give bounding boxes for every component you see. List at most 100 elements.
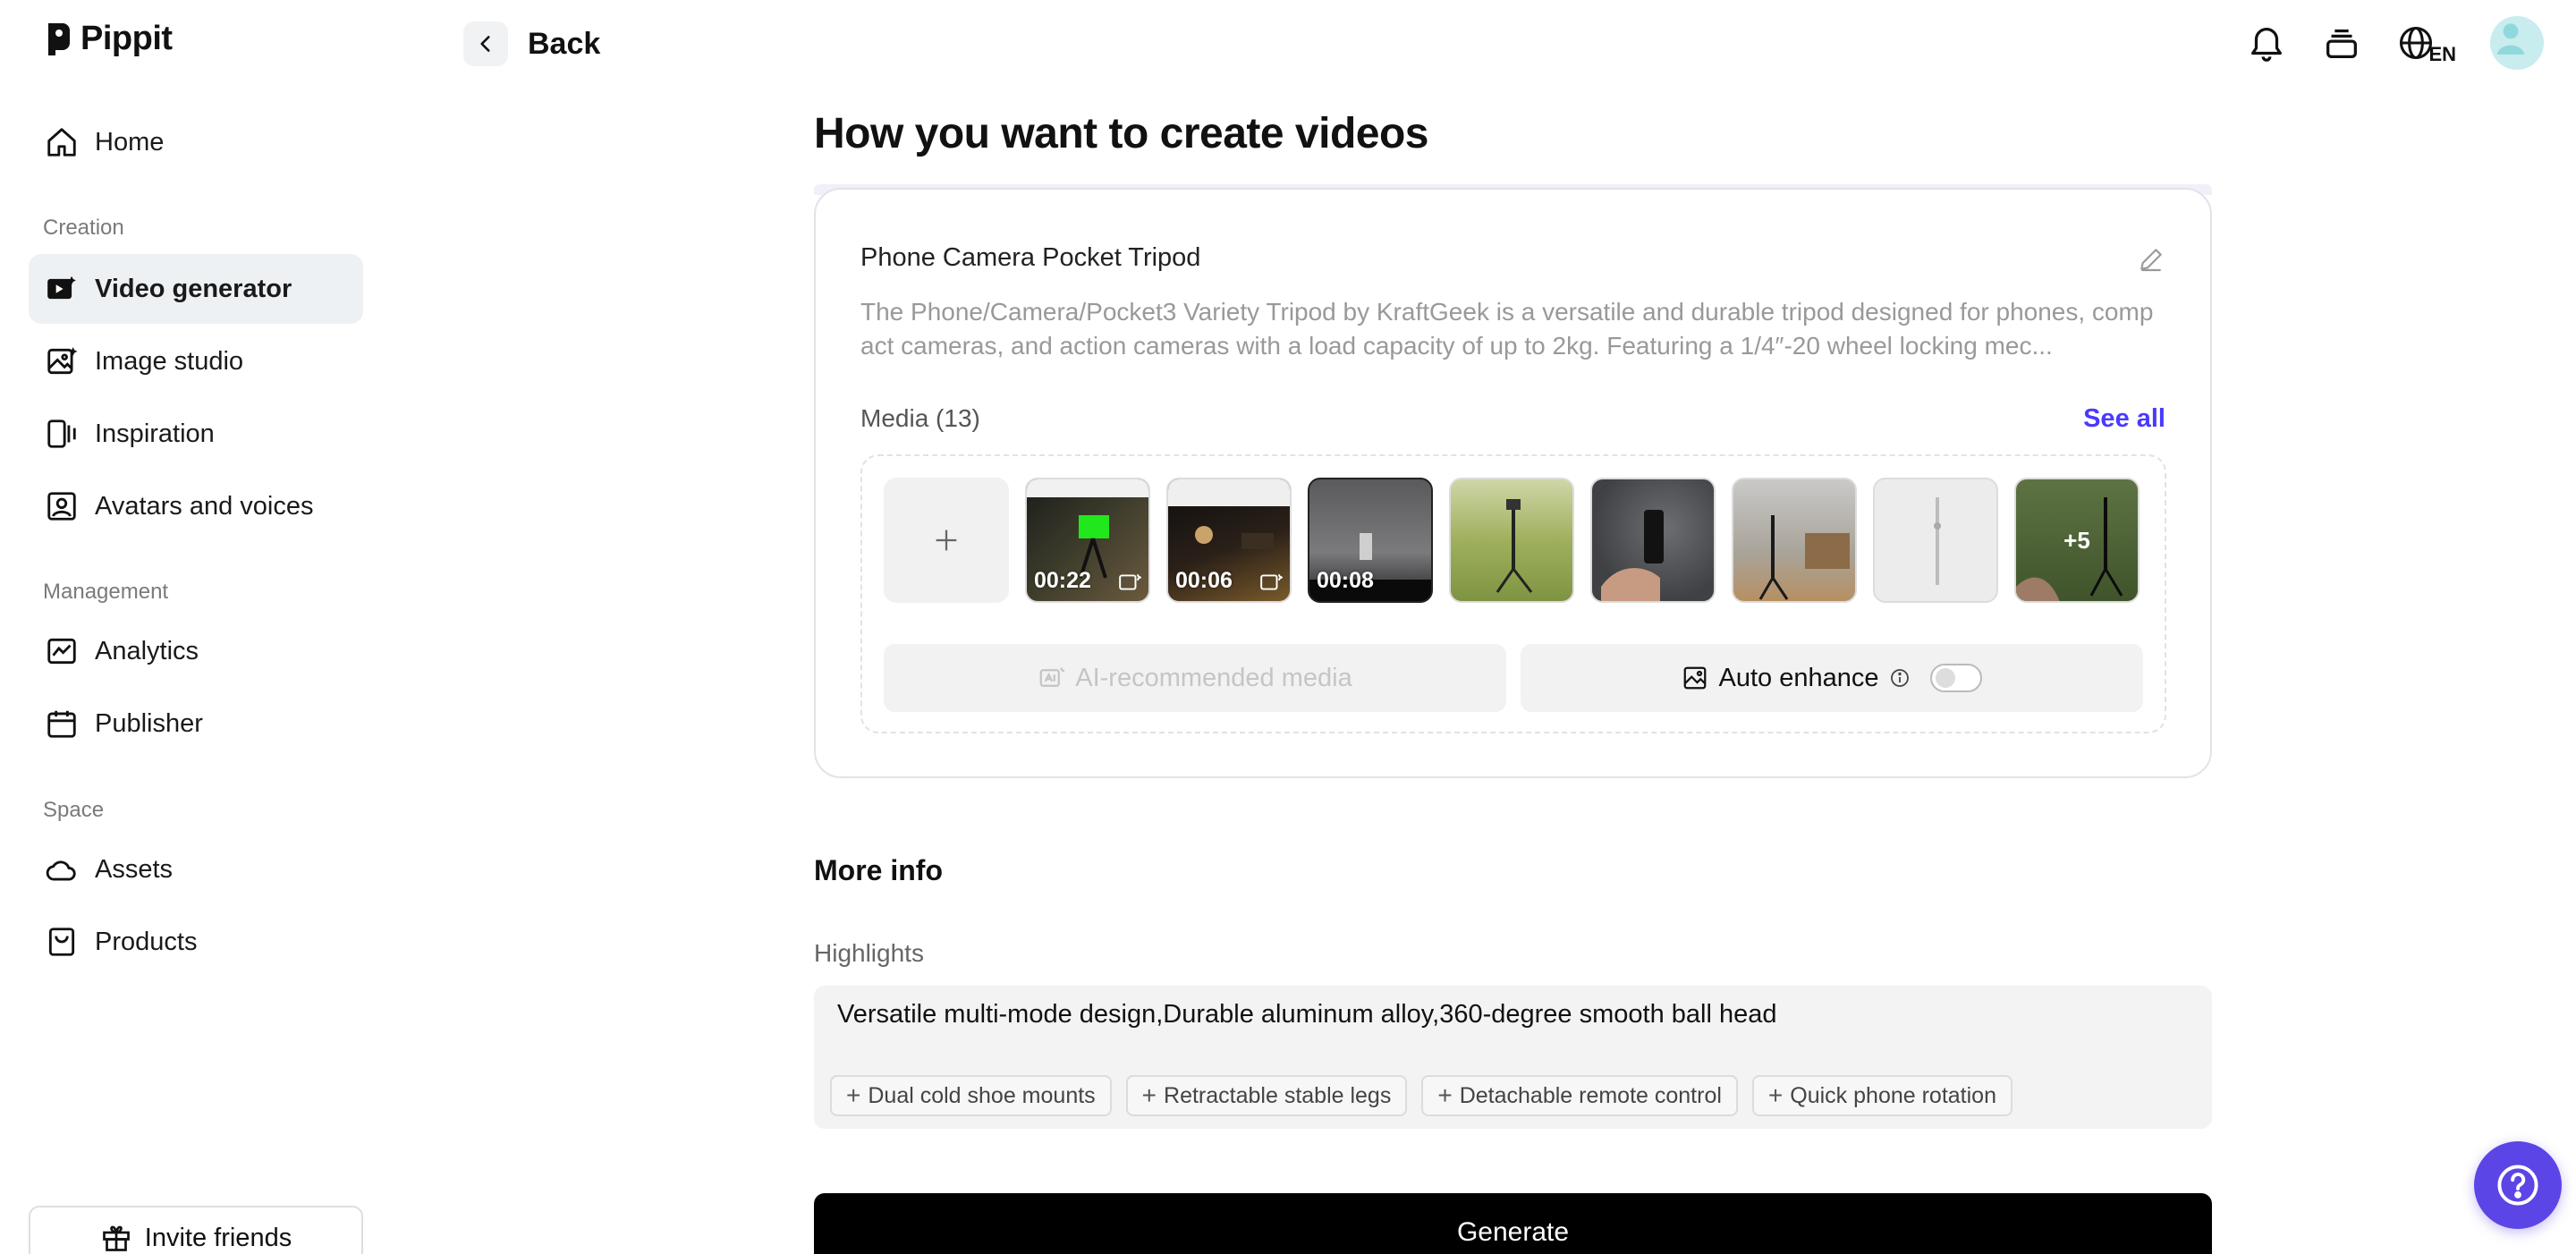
sidebar-item-label: Publisher [95,708,203,738]
plus-icon: + [1767,1081,1784,1109]
highlight-chip[interactable]: + Dual cold shoe mounts [830,1075,1112,1116]
sidebar-item-avatars-voices[interactable]: Avatars and voices [29,471,363,541]
plus-icon: + [1437,1081,1453,1109]
info-icon[interactable] [1889,667,1911,689]
user-avatar[interactable] [2490,16,2544,70]
edit-pencil-icon[interactable] [2137,245,2165,274]
media-thumbnails: 00:22 00:06 00:08 +5 [884,478,2140,603]
sidebar-item-video-generator[interactable]: Video generator [29,254,363,324]
product-name: Phone Camera Pocket Tripod [860,243,1201,272]
video-duration: 00:22 [1034,568,1091,593]
sidebar-item-analytics[interactable]: Analytics [29,616,363,686]
avatar-voice-icon [47,492,76,521]
sidebar-item-image-studio[interactable]: Image studio [29,326,363,396]
analytics-icon [47,638,76,665]
back-nav[interactable]: Back [463,21,600,66]
sidebar-item-home[interactable]: Home [29,107,363,177]
sidebar-item-label: Assets [95,854,174,884]
media-thumb-more[interactable]: +5 [2014,478,2140,603]
page-title: How you want to create videos [814,110,1428,157]
sidebar-item-label: Analytics [95,636,199,665]
image-icon [1683,666,1706,690]
ai-recommended-label: AI-recommended media [1075,663,1352,692]
sidebar-item-label: Inspiration [95,419,215,448]
invite-label: Invite friends [144,1223,292,1252]
bell-icon[interactable] [2246,22,2287,64]
plus-icon: + [1141,1081,1157,1109]
more-info-heading: More info [814,854,943,886]
section-label-creation: Creation [43,216,124,240]
chip-label: Dual cold shoe mounts [868,1082,1096,1108]
highlights-input[interactable]: Versatile multi-mode design,Durable alum… [814,986,2212,1129]
media-thumb-video-2[interactable]: 00:06 [1166,478,1292,603]
back-button[interactable] [463,21,508,66]
sidebar-item-publisher[interactable]: Publisher [29,689,363,758]
media-thumb-image-1[interactable] [1449,478,1574,603]
video-duration: 00:08 [1317,568,1374,593]
thumbnail-image [1758,515,1850,600]
media-thumb-image-3[interactable] [1732,478,1857,603]
media-thumb-video-3[interactable]: 00:08 [1308,478,1433,603]
media-thumb-image-2[interactable] [1590,478,1716,603]
auto-enhance-label: Auto enhance [1718,663,1879,692]
pippit-logo-icon [48,22,70,55]
back-label: Back [528,26,601,61]
see-all-link[interactable]: See all [2083,404,2165,434]
invite-friends-button[interactable]: Invite friends [29,1206,363,1254]
thumbnail-image [1934,497,1941,585]
chip-label: Detachable remote control [1459,1082,1722,1108]
sidebar-item-label: Products [95,927,198,956]
sidebar-item-products[interactable]: Products [29,907,363,977]
avatar-silhouette-icon [2496,23,2525,55]
top-actions: EN [2246,16,2544,70]
chip-label: Quick phone rotation [1790,1082,1996,1108]
sidebar-item-assets[interactable]: Assets [29,835,363,904]
video-duration: 00:06 [1175,568,1233,593]
media-label: Media (13) [860,404,980,432]
highlight-suggestions: + Dual cold shoe mounts + Retractable stab… [830,1075,2012,1116]
question-mark-icon [2497,1165,2538,1206]
highlight-chip[interactable]: + Detachable remote control [1421,1075,1738,1116]
add-media-button[interactable] [884,478,1009,603]
highlight-chip[interactable]: + Quick phone rotation [1751,1075,2012,1116]
auto-enhance-toggle[interactable] [1930,664,1983,692]
language-code: EN [2428,43,2456,65]
plus-icon [936,530,957,551]
image-studio-icon [47,347,78,375]
ai-enhance-icon [1119,573,1141,590]
more-media-count: +5 [2016,479,2138,601]
calendar-icon [47,710,76,738]
sidebar-item-label: Image studio [95,346,244,376]
media-thumb-image-4[interactable] [1873,478,1998,603]
section-label-management: Management [43,580,169,604]
layers-icon[interactable] [2321,22,2362,64]
highlights-label: Highlights [814,939,924,967]
brand-logo[interactable]: Pippit [45,20,173,58]
product-card: Phone Camera Pocket Tripod The Phone/Cam… [814,188,2212,778]
sidebar-item-label: Home [95,127,165,157]
ai-enhance-icon [1260,573,1283,590]
product-description[interactable]: The Phone/Camera/Pocket3 Variety Tripod … [860,295,2159,363]
section-label-space: Space [43,798,105,822]
ai-image-icon [1039,667,1065,687]
language-switcher[interactable]: EN [2396,23,2456,65]
highlight-chip[interactable]: + Retractable stable legs [1125,1075,1408,1116]
plus-icon: + [846,1081,861,1109]
sidebar-item-inspiration[interactable]: Inspiration [29,399,363,469]
thumbnail-image [1496,499,1533,593]
highlights-value: Versatile multi-mode design,Durable alum… [837,1000,1777,1029]
generate-button[interactable]: Generate [814,1193,2212,1254]
cloud-icon [46,860,76,881]
home-icon [47,128,76,157]
ai-recommended-media-button[interactable]: AI-recommended media [884,644,1506,712]
media-thumb-video-1[interactable]: 00:22 [1025,478,1150,603]
help-button[interactable] [2474,1141,2562,1229]
inspiration-icon [47,419,76,448]
chip-label: Retractable stable legs [1164,1082,1392,1108]
auto-enhance-control: Auto enhance [1521,644,2143,712]
media-actions: AI-recommended media Auto enhance [884,644,2143,712]
sidebar: Pippit Home Creation Video generator Ima… [0,0,376,1254]
video-generator-icon [47,275,76,300]
product-box-icon [48,928,75,956]
chevron-left-icon [480,36,490,52]
